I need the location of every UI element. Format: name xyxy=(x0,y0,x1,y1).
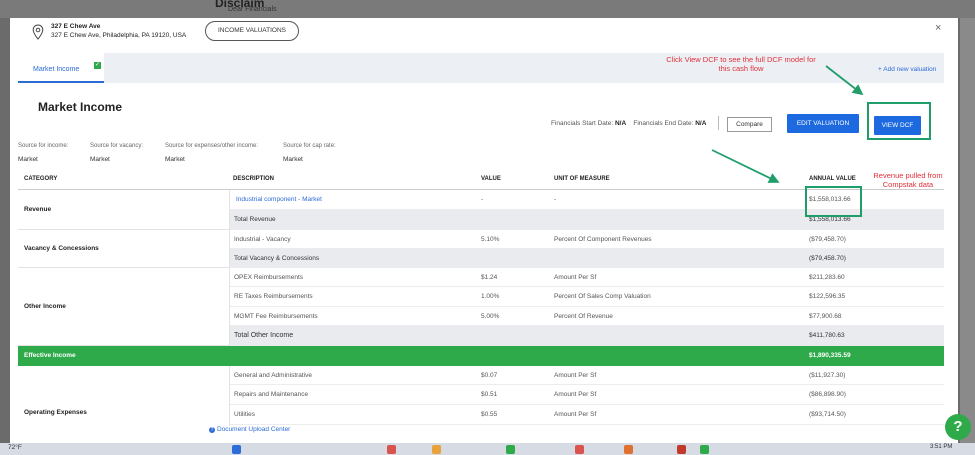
app-icon[interactable] xyxy=(624,445,633,454)
app-icon[interactable] xyxy=(700,445,709,454)
question-icon: ? xyxy=(209,427,215,433)
app-icon[interactable] xyxy=(387,445,396,454)
app-icon[interactable] xyxy=(506,445,515,454)
clock: 3:51 PM xyxy=(930,444,953,450)
document-upload-center-link[interactable]: ? Document Upload Center xyxy=(209,426,290,433)
help-button[interactable]: ? xyxy=(945,414,971,440)
taskbar: 72°F 3:51 PM xyxy=(0,443,975,455)
arrow-to-revenue xyxy=(711,149,780,183)
arrow-to-view-dcf xyxy=(825,65,864,96)
annotation-arrows xyxy=(711,65,864,183)
app-icon[interactable] xyxy=(677,445,686,454)
weather-widget[interactable]: 72°F xyxy=(8,444,22,451)
app-icon[interactable] xyxy=(575,445,584,454)
doc-center-label: Document Upload Center xyxy=(217,426,291,433)
windows-start-icon[interactable] xyxy=(232,445,241,454)
app-icon[interactable] xyxy=(432,445,441,454)
